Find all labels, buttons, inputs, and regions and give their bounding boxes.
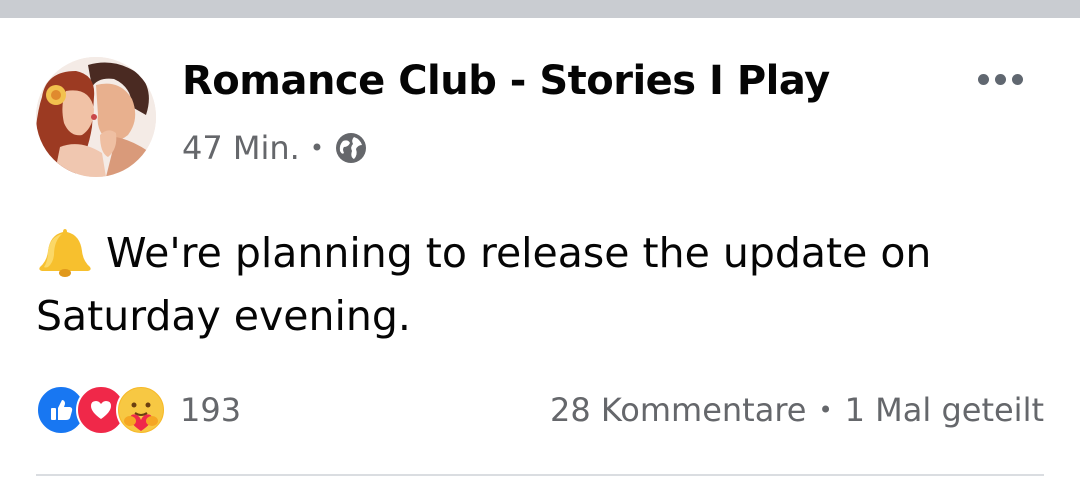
globe-icon[interactable] (334, 131, 368, 165)
post-divider (36, 474, 1044, 476)
post-timestamp[interactable]: 47 Min. (182, 129, 300, 167)
engagement-separator: • (818, 396, 833, 424)
shares-count-link[interactable]: 1 Mal geteilt (845, 391, 1044, 429)
reaction-count[interactable]: 193 (180, 391, 241, 429)
post-meta: 47 Min. • (182, 128, 368, 168)
post-text: We're planning to release the update on … (36, 229, 932, 340)
engagement-stats: 28 Kommentare • 1 Mal geteilt (550, 388, 1044, 432)
avatar-illustration (36, 57, 156, 177)
post-body: We're planning to release the update on … (36, 222, 1036, 348)
meta-separator: • (309, 134, 324, 162)
care-icon (116, 385, 166, 435)
top-divider-bar (0, 0, 1080, 18)
comments-count-link[interactable]: 28 Kommentare (550, 391, 806, 429)
reaction-summary[interactable]: 193 (36, 384, 241, 436)
page-name-link[interactable]: Romance Club - Stories I Play (182, 58, 830, 104)
page-avatar[interactable] (36, 57, 156, 177)
bell-icon (36, 227, 94, 277)
more-options-icon (977, 73, 989, 85)
more-options-button[interactable] (968, 62, 1032, 96)
